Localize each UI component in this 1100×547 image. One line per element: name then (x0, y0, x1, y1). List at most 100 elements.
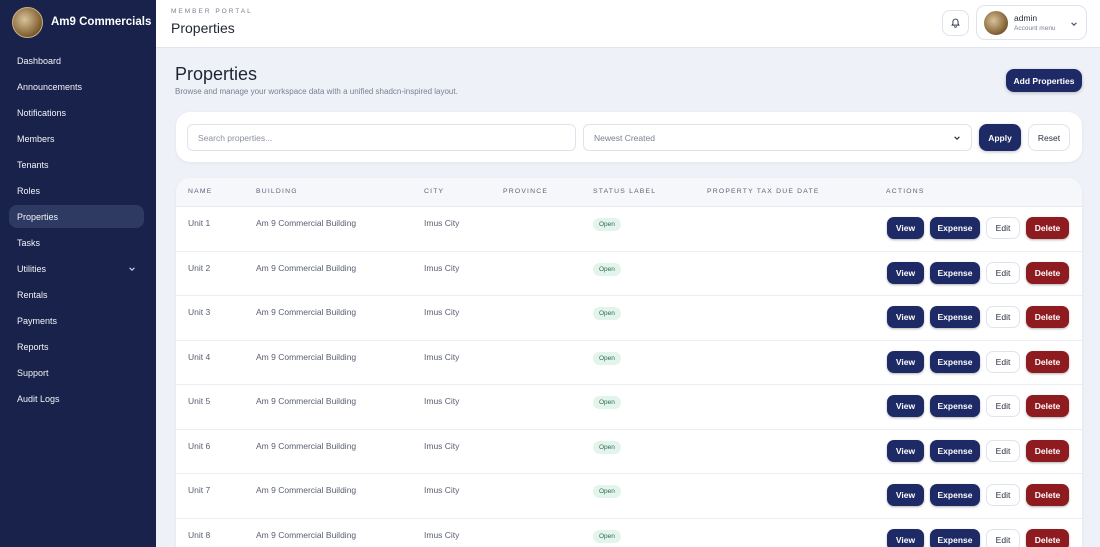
account-name: admin (1014, 13, 1038, 23)
table-row: Unit 2 Am 9 Commercial Building Imus City O… (176, 252, 1082, 296)
sidebar-item-announcements[interactable]: Announcements (9, 75, 144, 98)
page-subtitle: Browse and manage your workspace data wi… (175, 87, 458, 96)
edit-button[interactable]: Edit (986, 484, 1020, 506)
view-button[interactable]: View (887, 484, 924, 506)
cell-building: Am 9 Commercial Building (256, 440, 357, 451)
sidebar-item-payments[interactable]: Payments (9, 309, 144, 332)
cell-name: Unit 6 (188, 440, 211, 451)
edit-button[interactable]: Edit (986, 350, 1020, 373)
view-button[interactable]: View (887, 439, 924, 462)
chevron-down-icon (129, 266, 135, 271)
sidebar-item-properties[interactable]: Properties (9, 205, 144, 228)
column-header-name: NAME (188, 188, 213, 195)
delete-button[interactable]: Delete (1026, 484, 1069, 506)
cell-building: Am 9 Commercial Building (256, 307, 357, 317)
sort-select[interactable]: Newest Created (583, 124, 972, 151)
sort-select-value: Newest Created (594, 132, 655, 143)
page-title: Properties (175, 64, 258, 84)
view-button[interactable]: View (887, 217, 924, 239)
cell-building: Am 9 Commercial Building (256, 351, 357, 362)
expense-button[interactable]: Expense (930, 350, 980, 373)
apply-button[interactable]: Apply (979, 124, 1021, 151)
brand-logo (12, 6, 43, 38)
expense-button[interactable]: Expense (930, 217, 980, 239)
expense-button[interactable]: Expense (930, 528, 980, 547)
cell-building: Am 9 Commercial Building (256, 485, 357, 495)
edit-button[interactable]: Edit (986, 261, 1020, 284)
sidebar-item-rentals[interactable]: Rentals (9, 283, 144, 306)
table-row: Unit 5 Am 9 Commercial Building Imus City O… (176, 385, 1082, 430)
account-menu-button[interactable]: admin Account menu (976, 5, 1087, 40)
status-badge: Open (593, 396, 621, 409)
status-badge: Open (593, 440, 621, 454)
delete-button[interactable]: Delete (1026, 350, 1069, 373)
sidebar-item-label: Members (17, 133, 55, 144)
cell-city: Imus City (424, 396, 460, 406)
sidebar-item-tasks[interactable]: Tasks (9, 231, 144, 254)
sidebar-item-members[interactable]: Members (9, 127, 144, 150)
table-row: Unit 8 Am 9 Commercial Building Imus City O… (176, 519, 1082, 547)
edit-button[interactable]: Edit (986, 439, 1020, 462)
reset-button[interactable]: Reset (1028, 124, 1070, 151)
delete-button[interactable]: Delete (1026, 395, 1069, 417)
sidebar-item-audit-logs[interactable]: Audit Logs (9, 387, 144, 410)
table-row: Unit 3 Am 9 Commercial Building Imus City O… (176, 296, 1082, 341)
cell-name: Unit 2 (188, 262, 211, 273)
column-header-city: CITY (424, 188, 445, 195)
delete-button[interactable]: Delete (1026, 306, 1069, 328)
brand[interactable]: Am9 Commercials (0, 0, 156, 44)
cell-city: Imus City (424, 262, 460, 273)
view-button[interactable]: View (887, 306, 924, 328)
status-badge: Open (593, 262, 621, 276)
delete-button[interactable]: Delete (1026, 439, 1069, 462)
column-header-actions: ACTIONS (886, 188, 925, 195)
view-button[interactable]: View (887, 350, 924, 373)
cell-city: Imus City (424, 351, 460, 362)
sidebar-item-support[interactable]: Support (9, 361, 144, 384)
view-button[interactable]: View (887, 528, 924, 547)
sidebar-item-dashboard[interactable]: Dashboard (9, 49, 144, 72)
delete-button[interactable]: Delete (1026, 217, 1069, 239)
table-row: Unit 7 Am 9 Commercial Building Imus City O… (176, 474, 1082, 519)
filter-bar: Newest Created Apply Reset (176, 112, 1082, 162)
view-button[interactable]: View (887, 395, 924, 417)
cell-name: Unit 3 (188, 307, 211, 317)
expense-button[interactable]: Expense (930, 306, 980, 328)
sidebar-item-utilities[interactable]: Utilities (9, 257, 144, 280)
sidebar-item-label: Rentals (17, 289, 48, 300)
sidebar-item-label: Tenants (17, 159, 49, 170)
expense-button[interactable]: Expense (930, 395, 980, 417)
expense-button[interactable]: Expense (930, 484, 980, 506)
edit-button[interactable]: Edit (986, 217, 1020, 239)
account-subtitle: Account menu (1014, 25, 1056, 32)
cell-building: Am 9 Commercial Building (256, 262, 357, 273)
chevron-down-icon (954, 135, 960, 140)
table-row: Unit 6 Am 9 Commercial Building Imus City O… (176, 430, 1082, 474)
sidebar-item-label: Reports (17, 341, 49, 352)
edit-button[interactable]: Edit (986, 395, 1020, 417)
sidebar-item-tenants[interactable]: Tenants (9, 153, 144, 176)
bell-icon (951, 18, 960, 28)
expense-button[interactable]: Expense (930, 439, 980, 462)
cell-name: Unit 5 (188, 396, 211, 406)
sidebar-item-label: Dashboard (17, 55, 62, 66)
add-properties-button[interactable]: Add Properties (1006, 69, 1082, 92)
notifications-button[interactable] (942, 10, 969, 36)
edit-button[interactable]: Edit (986, 306, 1020, 328)
status-badge: Open (593, 351, 621, 365)
sidebar-item-label: Notifications (17, 107, 67, 118)
sidebar-item-reports[interactable]: Reports (9, 335, 144, 358)
status-badge: Open (593, 485, 621, 498)
view-button[interactable]: View (887, 261, 924, 284)
sidebar-item-roles[interactable]: Roles (9, 179, 144, 202)
expense-button[interactable]: Expense (930, 261, 980, 284)
sidebar-item-notifications[interactable]: Notifications (9, 101, 144, 124)
delete-button[interactable]: Delete (1026, 528, 1069, 547)
avatar (984, 11, 1008, 35)
delete-button[interactable]: Delete (1026, 261, 1069, 284)
column-header-status-label: STATUS LABEL (593, 188, 657, 195)
status-badge: Open (593, 307, 621, 320)
search-input[interactable] (187, 124, 576, 151)
sidebar: Am9 Commercials Dashboard Announcements No… (0, 0, 156, 547)
edit-button[interactable]: Edit (986, 528, 1020, 547)
